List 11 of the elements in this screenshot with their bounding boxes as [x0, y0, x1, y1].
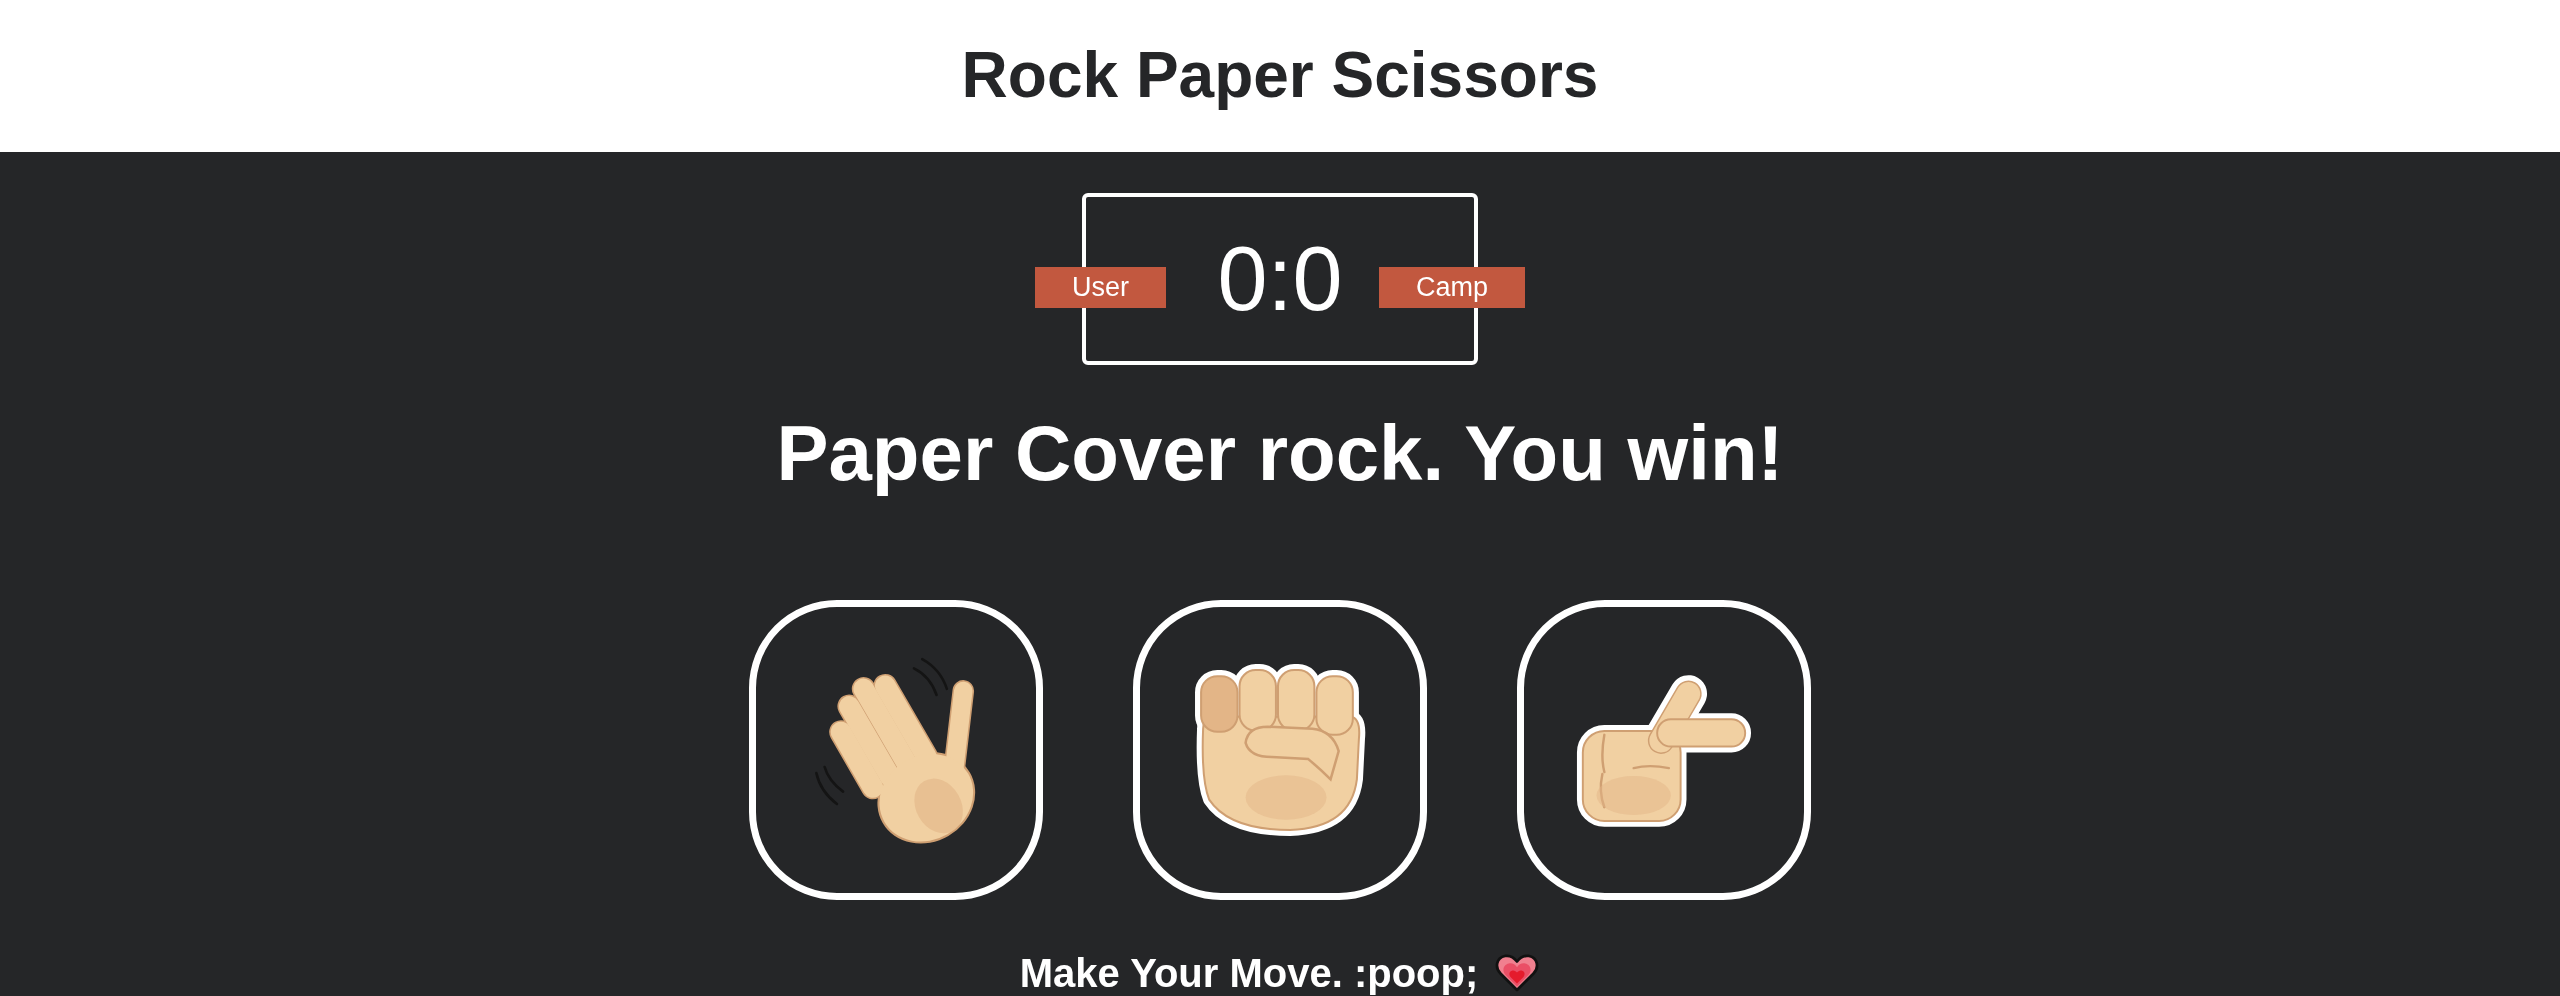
- prompt-text: Make Your Move. :poop;: [1019, 951, 1479, 995]
- score-text: 0:0: [1217, 234, 1343, 324]
- score-label: User: [1035, 267, 1166, 308]
- raised-fist-icon: [1194, 663, 1366, 837]
- choice-button[interactable]: [749, 600, 1043, 900]
- heart-icon: [1494, 953, 1541, 993]
- choice-button[interactable]: [1133, 600, 1427, 900]
- result-message: Paper Cover rock. You win!: [776, 408, 1784, 498]
- page-title: Rock Paper Scissors: [961, 39, 1599, 113]
- choice-button[interactable]: [1517, 600, 1811, 900]
- score-label: Camp: [1379, 267, 1525, 308]
